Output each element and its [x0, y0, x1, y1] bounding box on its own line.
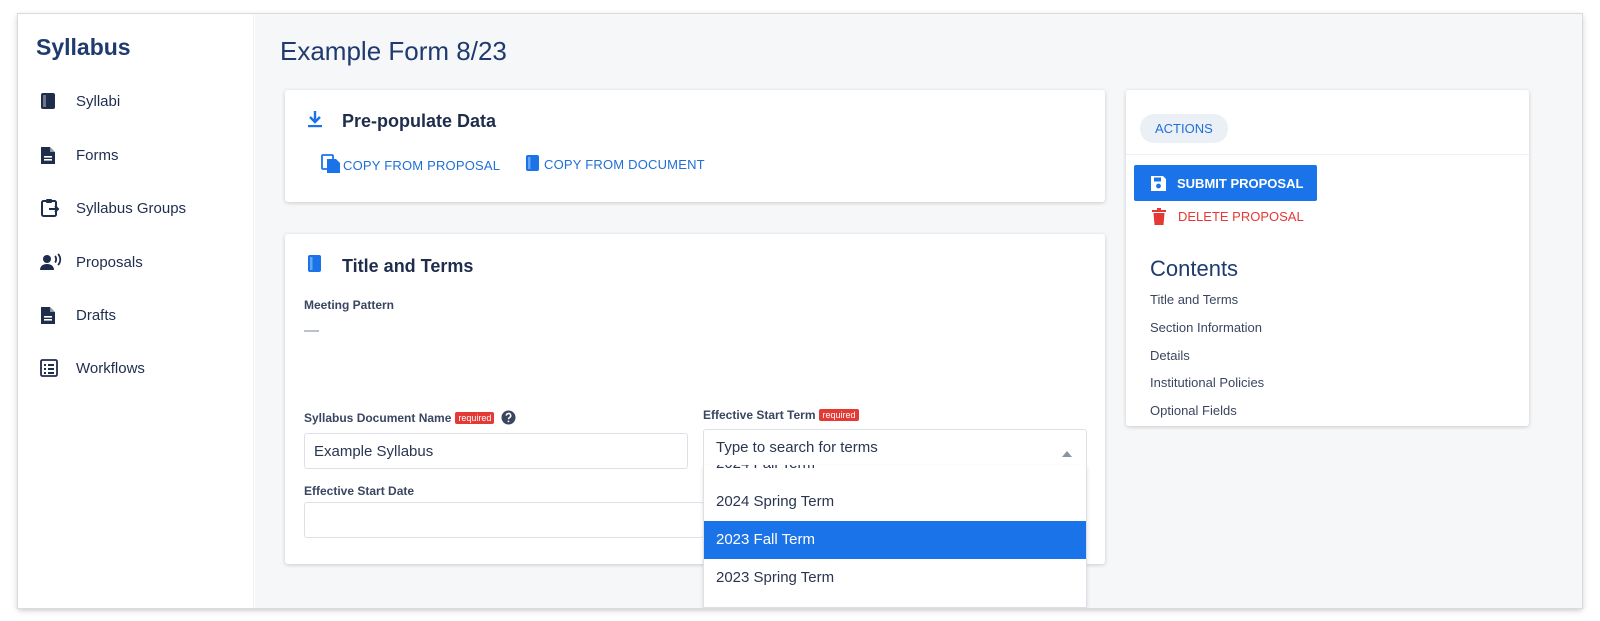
sidebar-item-label: Syllabi — [76, 92, 121, 110]
help-icon[interactable] — [501, 410, 516, 428]
start-term-placeholder: Type to search for terms — [716, 439, 878, 456]
delete-proposal-button[interactable]: DELETE PROPOSAL — [1152, 208, 1304, 225]
start-date-label: Effective Start Date — [304, 484, 415, 498]
actions-badge: ACTIONS — [1140, 114, 1228, 143]
page-title: Example Form 8/23 — [280, 36, 507, 66]
contents-title: Contents — [1150, 256, 1239, 281]
doc-name-input[interactable] — [304, 433, 688, 469]
required-badge: required — [455, 412, 495, 424]
copy-from-proposal-label: COPY FROM PROPOSAL — [343, 158, 501, 173]
term-option[interactable]: 2023 Spring Term — [704, 559, 1086, 597]
prepopulate-title: Pre-populate Data — [342, 111, 497, 131]
brand-title: Syllabus — [36, 34, 131, 60]
sidebar-item-syllabi[interactable]: Syllabi — [40, 88, 120, 114]
copy-icon — [321, 154, 341, 177]
start-term-label: Effective Start Term required — [703, 408, 859, 422]
sidebar-item-label: Proposals — [76, 253, 143, 271]
term-option-selected[interactable]: 2023 Fall Term — [704, 521, 1086, 559]
download-icon — [307, 110, 323, 133]
contents-link-details[interactable]: Details — [1150, 348, 1190, 363]
actions-card: ACTIONS SUBMIT PROPOSAL DELETE PROPOSAL … — [1126, 90, 1529, 426]
term-option[interactable]: 2024 Spring Term — [704, 483, 1086, 521]
start-date-input[interactable] — [304, 502, 704, 538]
start-term-label-text: Effective Start Term — [703, 408, 816, 422]
main-content: Example Form 8/23 Pre-populate Data COPY… — [255, 14, 1582, 608]
sidebar-item-label: Forms — [76, 146, 119, 164]
required-badge: required — [819, 409, 859, 421]
list-box-icon — [40, 357, 62, 379]
save-icon — [1150, 175, 1167, 192]
delete-proposal-label: DELETE PROPOSAL — [1178, 209, 1304, 224]
start-term-select[interactable]: Type to search for terms — [703, 429, 1087, 467]
submit-proposal-button[interactable]: SUBMIT PROPOSAL — [1134, 165, 1317, 201]
trash-icon — [1152, 208, 1166, 225]
copy-from-document-label: COPY FROM DOCUMENT — [544, 157, 705, 172]
sidebar: Syllabus Syllabi Forms Syllabus Groups P… — [18, 14, 254, 608]
book-icon — [40, 90, 62, 112]
sidebar-item-label: Workflows — [76, 359, 145, 377]
book-icon — [307, 254, 322, 278]
prepopulate-card: Pre-populate Data COPY FROM PROPOSAL COP… — [285, 90, 1105, 202]
sidebar-item-drafts[interactable]: Drafts — [40, 302, 116, 328]
clipboard-arrow-icon — [40, 197, 62, 219]
sidebar-item-proposals[interactable]: Proposals — [40, 249, 143, 275]
term-options-list[interactable]: 2024 Fall Term 2024 Spring Term 2023 Fal… — [703, 465, 1087, 608]
title-terms-title: Title and Terms — [342, 256, 474, 276]
person-speaking-icon — [40, 251, 62, 273]
sidebar-item-label: Drafts — [76, 306, 117, 324]
sidebar-item-syllabus-groups[interactable]: Syllabus Groups — [40, 195, 186, 221]
contents-link-title-terms[interactable]: Title and Terms — [1150, 292, 1238, 307]
sidebar-item-label: Syllabus Groups — [76, 199, 187, 217]
meeting-pattern-label: Meeting Pattern — [304, 298, 395, 312]
app-window: Syllabus Syllabi Forms Syllabus Groups P… — [18, 14, 1582, 608]
caret-up-icon — [1062, 444, 1072, 461]
sidebar-item-forms[interactable]: Forms — [40, 142, 119, 168]
submit-proposal-label: SUBMIT PROPOSAL — [1177, 175, 1304, 191]
copy-from-proposal-button[interactable]: COPY FROM PROPOSAL — [321, 154, 500, 177]
term-option[interactable]: 2024 Fall Term — [704, 465, 1086, 483]
contents-link-optional-fields[interactable]: Optional Fields — [1150, 403, 1237, 418]
meeting-pattern-value: — — [304, 322, 319, 339]
sidebar-item-workflows[interactable]: Workflows — [40, 355, 145, 381]
divider — [1126, 154, 1529, 155]
copy-from-document-button[interactable]: COPY FROM DOCUMENT — [525, 154, 705, 175]
document-icon — [40, 144, 62, 166]
contents-link-institutional-policies[interactable]: Institutional Policies — [1150, 375, 1264, 390]
book-icon — [525, 154, 540, 175]
doc-name-label: Syllabus Document Name required — [304, 410, 516, 428]
doc-name-label-text: Syllabus Document Name — [304, 411, 452, 425]
contents-link-section-information[interactable]: Section Information — [1150, 320, 1262, 335]
document-icon — [40, 304, 62, 326]
